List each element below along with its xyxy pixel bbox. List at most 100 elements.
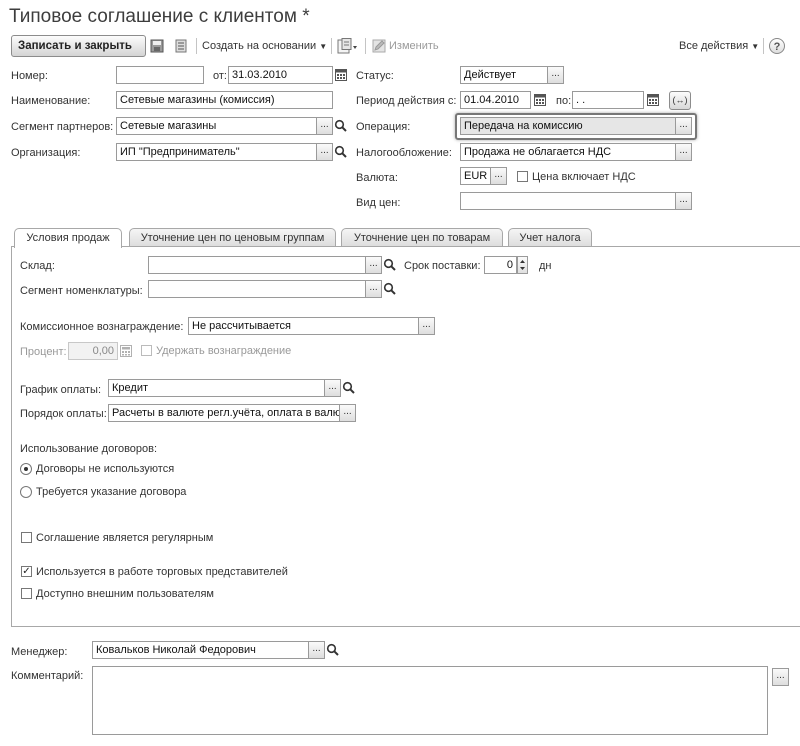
payment-schedule-field[interactable]: Кредит [108,379,325,397]
contracts-not-used-radio[interactable] [20,463,32,475]
payment-schedule-select-button[interactable]: ... [324,379,341,397]
comment-field[interactable] [92,666,768,735]
commission-label: Комиссионное вознаграждение: [20,321,184,333]
status-label: Статус: [356,70,394,82]
currency-field[interactable]: EUR [460,167,491,185]
search-icon[interactable] [334,145,347,158]
all-actions-menu[interactable]: Все действия ▼ [679,39,759,54]
chevron-down-icon: ▼ [751,42,760,51]
number-label: Номер: [11,70,48,82]
regular-agreement-checkbox[interactable] [21,532,32,543]
nomenclature-segment-select-button[interactable]: ... [365,280,382,298]
search-icon[interactable] [334,119,347,132]
help-icon[interactable]: ? [769,38,785,54]
search-icon[interactable] [383,282,396,295]
period-label: Период действия с: [356,95,457,107]
calendar-icon[interactable] [335,69,347,81]
warehouse-select-button[interactable]: ... [365,256,382,274]
period-to-field[interactable]: . . [572,91,644,109]
manager-select-button[interactable]: ... [308,641,325,659]
save-icon[interactable] [150,39,164,53]
status-field[interactable]: Действует [460,66,548,84]
name-field[interactable]: Сетевые магазины (комиссия) [116,91,333,109]
calculator-icon[interactable] [120,345,132,357]
edit-button[interactable]: Изменить [389,39,439,53]
currency-select-button[interactable]: ... [490,167,507,185]
organization-select-button[interactable]: ... [316,143,333,161]
withhold-checkbox[interactable] [141,345,152,356]
external-users-label: Доступно внешним пользователям [36,588,214,600]
nomenclature-segment-label: Сегмент номенклатуры: [20,285,143,297]
commission-field[interactable]: Не рассчитывается [188,317,419,335]
operation-field[interactable]: Передача на комиссию [460,117,676,135]
partner-segment-field[interactable]: Сетевые магазины [116,117,317,135]
contracts-not-used-label: Договоры не используются [36,463,175,475]
toolbar-divider [196,38,197,54]
manager-field[interactable]: Ковальков Николай Федорович [92,641,309,659]
sales-reps-label: Используется в работе торговых представи… [36,566,288,578]
contracts-required-label: Требуется указание договора [36,486,187,498]
manager-label: Менеджер: [11,646,68,658]
date-field[interactable]: 31.03.2010 [228,66,333,84]
price-type-field[interactable] [460,192,676,210]
status-select-button[interactable]: ... [547,66,564,84]
name-label: Наименование: [11,95,91,107]
delivery-term-label: Срок поставки: [404,260,481,272]
regular-agreement-label: Соглашение является регулярным [36,532,214,544]
toolbar-divider [331,38,332,54]
report-icon[interactable] [337,38,359,54]
search-icon[interactable] [383,258,396,271]
price-includes-vat-checkbox[interactable] [517,171,528,182]
comment-label: Комментарий: [11,670,84,682]
nomenclature-segment-field[interactable] [148,280,366,298]
payment-order-label: Порядок оплаты: [20,408,107,420]
percent-field[interactable]: 0,00 [68,342,118,360]
tab-price-goods[interactable]: Уточнение цен по товарам [341,228,503,247]
external-users-checkbox[interactable] [21,588,32,599]
period-from-field[interactable]: 01.04.2010 [460,91,531,109]
date-label: от: [213,70,227,82]
price-includes-vat-label: Цена включает НДС [532,171,636,183]
create-based-on-menu[interactable]: Создать на основании ▼ [202,39,327,54]
all-actions-label: Все действия [679,40,749,52]
number-field[interactable] [116,66,204,84]
delivery-term-stepper[interactable] [517,256,528,274]
toolbar-divider [365,38,366,54]
toolbar-divider [763,38,764,54]
operation-select-button[interactable]: ... [675,117,692,135]
pencil-icon [372,39,386,53]
partner-segment-select-button[interactable]: ... [316,117,333,135]
sales-reps-checkbox[interactable]: ✓ [21,566,32,577]
operation-label: Операция: [356,121,411,133]
organization-field[interactable]: ИП "Предприниматель" [116,143,317,161]
tab-tax-accounting[interactable]: Учет налога [508,228,592,247]
price-type-select-button[interactable]: ... [675,192,692,210]
calendar-icon[interactable] [534,94,546,106]
taxation-field[interactable]: Продажа не облагается НДС [460,143,676,161]
organization-label: Организация: [11,147,81,159]
tab-sales-conditions[interactable]: Условия продаж [14,228,122,248]
taxation-label: Налогообложение: [356,147,452,159]
search-icon[interactable] [326,643,339,656]
contracts-required-radio[interactable] [20,486,32,498]
withhold-label: Удержать вознаграждение [156,345,292,357]
period-range-button[interactable]: (↔) [669,91,691,110]
calendar-icon[interactable] [647,94,659,106]
payment-order-select-button[interactable]: ... [339,404,356,422]
delivery-term-field[interactable]: 0 [484,256,517,274]
comment-select-button[interactable]: ... [772,668,789,686]
payment-order-field[interactable]: Расчеты в валюте регл.учёта, оплата в ва… [108,404,340,422]
payment-schedule-label: График оплаты: [20,384,102,396]
delivery-term-unit: дн [539,260,552,272]
search-icon[interactable] [342,381,355,394]
contracts-heading: Использование договоров: [20,443,158,455]
warehouse-field[interactable] [148,256,366,274]
currency-label: Валюта: [356,172,398,184]
list-icon[interactable] [175,39,187,53]
price-type-label: Вид цен: [356,197,401,209]
warehouse-label: Склад: [20,260,55,272]
tab-price-groups[interactable]: Уточнение цен по ценовым группам [129,228,336,247]
commission-select-button[interactable]: ... [418,317,435,335]
taxation-select-button[interactable]: ... [675,143,692,161]
save-and-close-button[interactable]: Записать и закрыть [11,35,146,57]
